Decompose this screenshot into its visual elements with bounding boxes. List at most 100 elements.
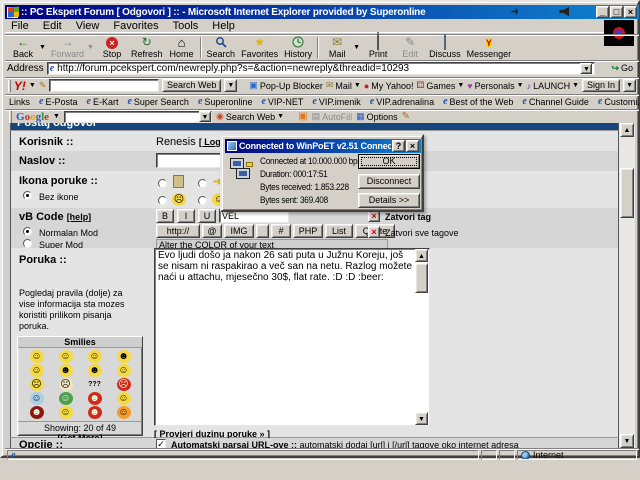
maximize-button[interactable]: □: [610, 6, 623, 18]
message-textarea[interactable]: Evo ljudi došo ja nakon 26 sati puta u J…: [154, 248, 430, 426]
smiley-icon[interactable]: ☻: [88, 406, 102, 419]
parse-urls-checkbox[interactable]: ✓: [156, 439, 166, 448]
yahoo-my-yahoo[interactable]: ● My Yahoo!: [364, 81, 414, 91]
disconnect-button[interactable]: Disconnect: [358, 174, 420, 189]
dialog-help-button[interactable]: ?: [392, 140, 405, 152]
back-dropdown[interactable]: ▼: [39, 35, 48, 60]
smiley-icon[interactable]: ☺: [117, 364, 131, 377]
yahoo-mail[interactable]: ✉ Mail ▼: [326, 80, 361, 91]
favorites-button[interactable]: ★ Favorites: [238, 35, 281, 60]
smiley-icon[interactable]: ☺: [30, 364, 44, 377]
yahoo-search-input[interactable]: [49, 79, 159, 92]
details-button[interactable]: Details >>: [358, 193, 420, 208]
email-button[interactable]: @: [202, 224, 222, 238]
smiley-icon[interactable]: ☺: [59, 350, 73, 363]
smiley-icon[interactable]: ☹: [117, 378, 131, 391]
smiley-icon[interactable]: ☹: [30, 378, 44, 391]
stop-button[interactable]: × Stop: [96, 35, 128, 60]
link-e-posta[interactable]: eE-Posta: [39, 96, 77, 107]
textarea-scroll-up[interactable]: ▲: [415, 249, 428, 262]
link-vip-imenik[interactable]: eVIP.imenik: [312, 96, 360, 107]
yahoo-search-dropdown[interactable]: ▼: [224, 79, 237, 92]
home-button[interactable]: ⌂ Home: [166, 35, 198, 60]
link-super-search[interactable]: eSuper Search: [127, 96, 189, 107]
address-dropdown[interactable]: ▼: [580, 63, 592, 74]
smiley-icon[interactable]: ☹: [59, 378, 73, 391]
link-vip-adrenalina[interactable]: eVIP.adrenalina: [370, 96, 434, 107]
php-button[interactable]: PHP: [293, 224, 323, 238]
link-channel-guide[interactable]: eChannel Guide: [522, 96, 589, 107]
vbcode-help-link[interactable]: [help]: [67, 212, 92, 222]
refresh-button[interactable]: ↻ Refresh: [128, 35, 166, 60]
smiley-icon[interactable]: ???: [88, 378, 102, 391]
smiley-icon[interactable]: ☺: [30, 392, 44, 405]
smiley-icon[interactable]: ☻: [30, 406, 44, 419]
google-logo[interactable]: Google: [16, 111, 49, 123]
smiley-icon[interactable]: ☻: [117, 350, 131, 363]
google-search-input[interactable]: ▼: [64, 111, 212, 123]
dialog-close-button[interactable]: ×: [406, 140, 419, 152]
dialog-title-bar[interactable]: Connected to WinPoET v2.51 Connection ? …: [225, 139, 421, 153]
icon-radio[interactable]: [158, 179, 167, 188]
scroll-down-arrow[interactable]: ▼: [620, 434, 634, 448]
discuss-button[interactable]: Discuss: [426, 35, 464, 60]
icon-radio[interactable]: [198, 179, 207, 188]
page-scrollbar[interactable]: ▲ ▼: [619, 123, 635, 448]
smiley-icon[interactable]: ☻: [88, 364, 102, 377]
google-options-button[interactable]: ▦ Options: [356, 111, 398, 122]
icon-radio[interactable]: [198, 196, 207, 205]
google-logo-dropdown[interactable]: ▼: [53, 113, 60, 120]
mail-button[interactable]: ✉ Mail: [321, 35, 353, 60]
menu-favorites[interactable]: Favorites: [107, 20, 164, 32]
close-button[interactable]: ×: [624, 6, 637, 18]
smiley-icon[interactable]: ☺: [59, 392, 73, 405]
blank-button[interactable]: [256, 224, 269, 238]
sign-in-dropdown[interactable]: ▼: [623, 79, 636, 92]
smiley-icon[interactable]: ☺: [59, 406, 73, 419]
mail-dropdown[interactable]: ▼: [353, 35, 362, 60]
menu-help[interactable]: Help: [206, 20, 241, 32]
winpoet-dialog[interactable]: Connected to WinPoET v2.51 Connection ? …: [220, 134, 424, 212]
link-superonline[interactable]: eSuperonline: [198, 96, 253, 107]
title-bar[interactable]: :: PC Ekspert Forum [ Odgovori ] :: - Mi…: [5, 5, 639, 19]
menu-edit[interactable]: Edit: [37, 20, 68, 32]
google-search-web-button[interactable]: ◉ Search Web ▼: [216, 111, 284, 122]
underline-button[interactable]: U: [198, 209, 216, 223]
toolbar-grip[interactable]: [9, 111, 12, 123]
textarea-scroll-thumb[interactable]: [415, 263, 428, 293]
img-button[interactable]: IMG: [224, 224, 254, 238]
radio-normalan-mod[interactable]: [23, 227, 32, 236]
history-button[interactable]: History: [281, 35, 315, 60]
search-button[interactable]: Search: [204, 35, 239, 60]
link-e-kart[interactable]: eE-Kart: [86, 96, 118, 107]
radio-super-mod[interactable]: [23, 239, 32, 248]
link-vip-net[interactable]: eVIP-NET: [261, 96, 303, 107]
smiley-icon[interactable]: ☺: [88, 350, 102, 363]
link-best-of-web[interactable]: eBest of the Web: [443, 96, 513, 107]
yahoo-games[interactable]: ⚃ Games ▼: [416, 80, 464, 91]
smiley-icon[interactable]: ☺: [30, 350, 44, 363]
url-button[interactable]: http://: [156, 224, 200, 238]
list-button[interactable]: List: [325, 224, 353, 238]
menu-tools[interactable]: Tools: [167, 20, 205, 32]
go-button[interactable]: ↪ Go: [607, 62, 637, 75]
yahoo-launch[interactable]: ♪ LAUNCH ▼: [527, 81, 579, 91]
radio-bez-ikone[interactable]: [23, 191, 32, 200]
yahoo-personals[interactable]: ♥ Personals ▼: [467, 81, 523, 91]
close-all-tags-button[interactable]: ×: [368, 226, 380, 238]
toolbar-grip[interactable]: [8, 80, 11, 92]
smiley-icon[interactable]: ☺: [117, 406, 131, 419]
icon-radio[interactable]: [158, 196, 167, 205]
address-input[interactable]: e http://forum.pcekspert.com/newreply.ph…: [47, 62, 596, 75]
smiley-icon[interactable]: ☻: [59, 364, 73, 377]
yahoo-popup-blocker[interactable]: ▣ Pop-Up Blocker: [249, 80, 323, 91]
scroll-up-arrow[interactable]: ▲: [620, 123, 634, 137]
print-button[interactable]: Print: [362, 35, 394, 60]
yahoo-logo[interactable]: Y!: [14, 79, 26, 93]
smiley-icon[interactable]: ☺: [117, 392, 131, 405]
ok-button[interactable]: OK: [358, 154, 420, 169]
smiley-icon[interactable]: ☻: [88, 392, 102, 405]
google-news-icon[interactable]: ▣: [298, 111, 307, 122]
messenger-button[interactable]: Y Messenger: [464, 35, 515, 60]
yahoo-logo-dropdown[interactable]: ▼: [29, 82, 36, 89]
